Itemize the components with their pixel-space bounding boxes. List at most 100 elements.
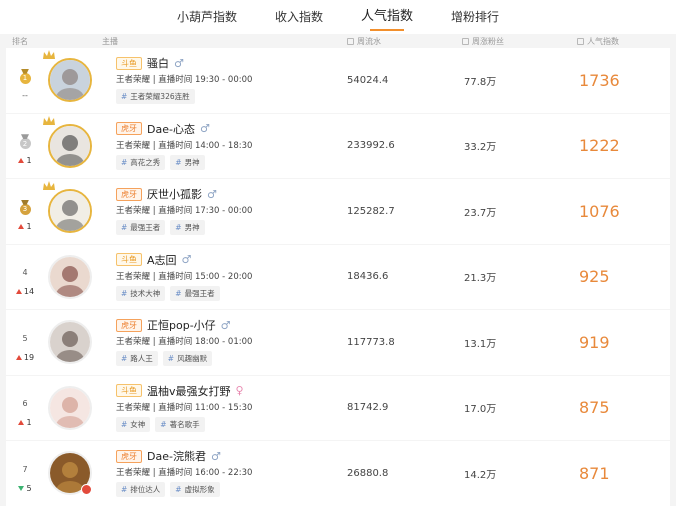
rank-number: 2: [19, 138, 31, 150]
table-row[interactable]: 5 19 虎牙 正恒pop-小仔 ♂ 王者荣耀 | 直播时间 18:00 - 01…: [6, 310, 670, 375]
platform-badge: 虎牙: [116, 318, 142, 332]
info-icon: [577, 37, 584, 45]
crown-icon: [43, 50, 55, 60]
tag-chip[interactable]: # 女神: [116, 416, 151, 432]
crown-icon: [43, 115, 55, 125]
rank-change: 5: [18, 484, 32, 493]
tag-list: # 最强王者 # 男神: [116, 220, 341, 236]
tag-chip[interactable]: # 高花之秀: [116, 154, 166, 170]
weekly-fans: 21.3万: [464, 273, 497, 285]
arrow-down-icon: [18, 485, 25, 491]
avatar[interactable]: [48, 123, 92, 168]
tag-list: # 排位达人 # 虚拟形象: [116, 482, 341, 498]
tag-chip[interactable]: # 风趣幽默: [162, 351, 213, 367]
weekly-fans: 14.2万: [464, 469, 497, 481]
avatar[interactable]: [48, 320, 92, 365]
avatar-image: [50, 256, 90, 297]
tab-fans-growth[interactable]: 增粉排行: [449, 0, 501, 34]
table-row[interactable]: 75 虎牙 Dae-浣熊君 ♂ 王者荣耀 | 直播时间 16:00 - 22:3…: [6, 441, 670, 506]
info-icon: [462, 37, 469, 45]
weekly-flow: 233992.6: [347, 140, 395, 152]
rank-cell: 21: [6, 126, 44, 165]
host-name[interactable]: 正恒pop-小仔: [147, 317, 216, 333]
rank-medal-icon: 1: [19, 68, 31, 84]
hash-icon: #: [167, 354, 175, 364]
table-row[interactable]: 21 虎牙 Dae-心态 ♂ 王者荣耀 | 直播时间 14:00 - 18:30…: [6, 113, 670, 178]
avatar-wrap[interactable]: [48, 385, 92, 430]
tag-chip[interactable]: # 王者荣耀326连胜: [116, 89, 195, 105]
male-icon: ♂: [210, 449, 221, 463]
tag-chip[interactable]: # 最强王者: [116, 220, 166, 236]
host-name[interactable]: 骚白: [147, 55, 169, 71]
tag-chip[interactable]: # 排位达人: [116, 482, 166, 498]
hash-icon: #: [121, 419, 128, 429]
tag-chip[interactable]: # 技术大神: [116, 285, 166, 301]
tab-popularity-index[interactable]: 人气指数: [359, 0, 415, 34]
male-icon: ♂: [207, 187, 217, 201]
rank-number: 4: [22, 268, 28, 278]
avatar-wrap[interactable]: [48, 451, 92, 496]
tag-chip[interactable]: # 最强王者: [170, 285, 220, 301]
table-row[interactable]: 1 -- 斗鱼 骚白 ♂ 王者荣耀 | 直播时间 19:30 - 00:00 # 王…: [6, 48, 670, 113]
rank-change: --: [22, 90, 28, 100]
hash-icon: #: [175, 485, 182, 495]
tag-chip[interactable]: # 男神: [170, 154, 205, 170]
weekly-fans: 17.0万: [464, 404, 497, 416]
hash-icon: #: [121, 223, 128, 233]
hash-icon: #: [160, 419, 167, 429]
tag-chip[interactable]: # 著名歌手: [155, 416, 205, 432]
table-row[interactable]: 4 14 斗鱼 A志回 ♂ 王者荣耀 | 直播时间 15:00 - 20:00 #…: [6, 244, 670, 309]
tab-gourd-index[interactable]: 小葫芦指数: [175, 0, 239, 34]
hash-icon: #: [175, 157, 182, 167]
popularity-index: 919: [579, 332, 610, 352]
host-info: 虎牙 正恒pop-小仔 ♂ 王者荣耀 | 直播时间 18:00 - 01:00 …: [96, 317, 341, 367]
weekly-flow: 81742.9: [347, 402, 389, 414]
host-info: 斗鱼 A志回 ♂ 王者荣耀 | 直播时间 15:00 - 20:00 # 技术大神…: [96, 253, 341, 301]
tag-chip[interactable]: # 路人王: [116, 351, 158, 367]
table-row[interactable]: 31 虎牙 厌世小孤影 ♂ 王者荣耀 | 直播时间 17:30 - 00:00 …: [6, 179, 670, 244]
host-name[interactable]: Dae-浣熊君: [147, 448, 206, 464]
ranking-tabs: 小葫芦指数 收入指数 人气指数 增粉排行: [0, 0, 676, 34]
rank-change: 1: [18, 418, 32, 427]
weekly-flow: 54024.4: [347, 74, 389, 86]
male-icon: ♂: [199, 122, 210, 136]
header-fans: 周涨粉丝: [456, 36, 571, 47]
rank-change: 19: [15, 353, 34, 362]
rank-cell: 4 14: [6, 257, 44, 296]
table-row[interactable]: 6 1 斗鱼 温柚v最强女打野 ♀ 王者荣耀 | 直播时间 11:00 - 15:…: [6, 375, 670, 440]
avatar[interactable]: [48, 58, 92, 103]
host-name[interactable]: 温柚v最强女打野: [147, 383, 231, 399]
verified-badge-icon: [81, 484, 92, 496]
arrow-up-icon: [18, 158, 25, 164]
tag-list: # 技术大神 # 最强王者: [116, 285, 341, 301]
avatar[interactable]: [48, 254, 92, 299]
rank-number: 3: [19, 203, 31, 215]
avatar[interactable]: [48, 385, 92, 430]
host-info: 斗鱼 温柚v最强女打野 ♀ 王者荣耀 | 直播时间 11:00 - 15:30 …: [96, 384, 341, 432]
rank-medal-icon: 2: [19, 134, 31, 150]
avatar-wrap[interactable]: [48, 254, 92, 299]
hash-icon: #: [175, 223, 182, 233]
avatar-wrap[interactable]: [43, 115, 92, 168]
weekly-flow: 117773.8: [347, 336, 395, 348]
weekly-fans: 77.8万: [464, 76, 497, 88]
avatar-wrap[interactable]: [48, 320, 92, 365]
avatar[interactable]: [48, 189, 92, 234]
tag-chip[interactable]: # 虚拟形象: [170, 482, 220, 498]
male-icon: ♂: [174, 56, 184, 70]
platform-badge: 斗鱼: [116, 253, 142, 267]
rank-number: 6: [22, 399, 28, 409]
avatar-image: [50, 191, 90, 232]
host-name[interactable]: A志回: [147, 252, 177, 268]
header-rank: 排名: [12, 36, 28, 46]
host-info: 虎牙 Dae-心态 ♂ 王者荣耀 | 直播时间 14:00 - 18:30 # 高…: [96, 122, 341, 170]
host-name[interactable]: 厌世小孤影: [147, 186, 202, 202]
host-name[interactable]: Dae-心态: [147, 121, 195, 137]
avatar-wrap[interactable]: [43, 50, 92, 103]
tab-income-index[interactable]: 收入指数: [273, 0, 325, 34]
tag-list: # 女神 # 著名歌手: [116, 416, 341, 432]
tag-chip[interactable]: # 男神: [170, 220, 205, 236]
popularity-index: 871: [579, 463, 610, 483]
avatar-wrap[interactable]: [43, 181, 92, 234]
platform-badge: 斗鱼: [116, 384, 142, 398]
